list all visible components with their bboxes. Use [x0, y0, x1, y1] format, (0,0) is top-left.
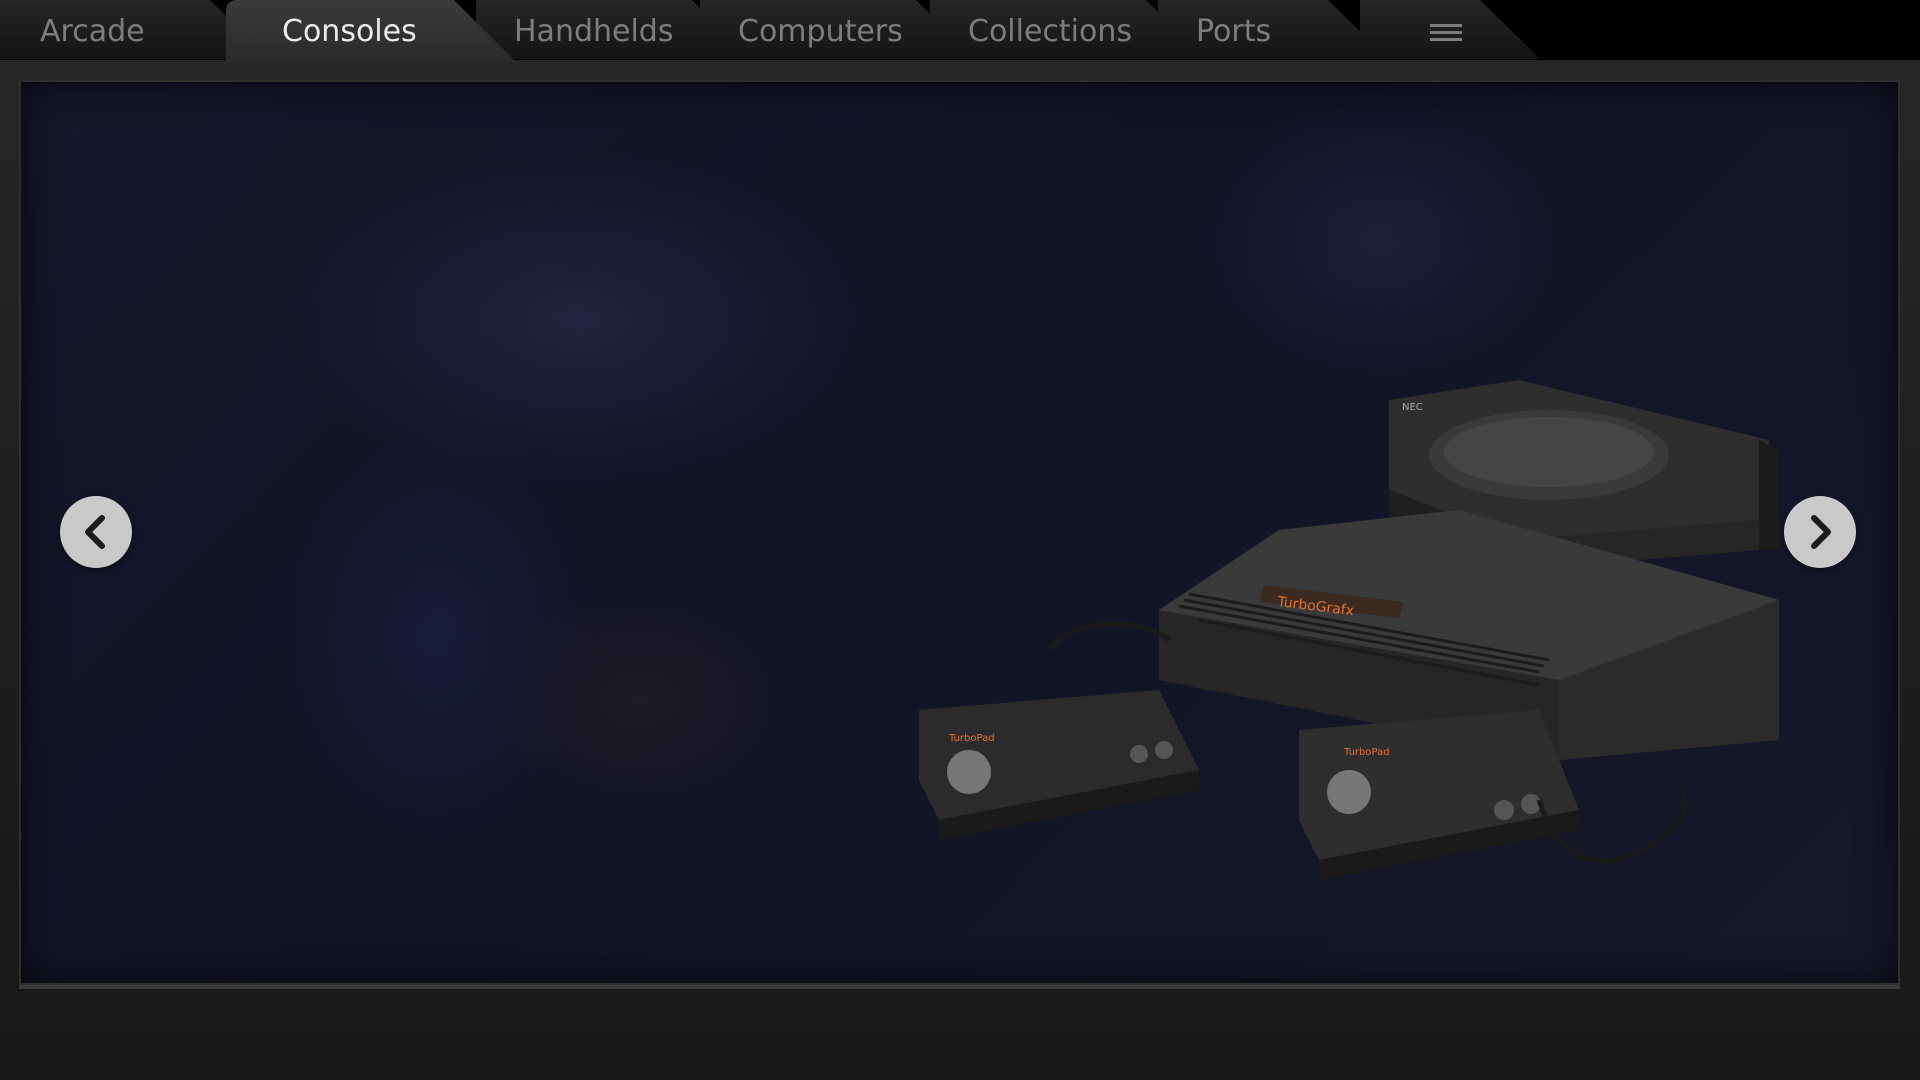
stage-divider	[19, 985, 1900, 989]
next-system-button[interactable]	[1784, 496, 1856, 568]
tab-consoles[interactable]: Consoles	[226, 0, 516, 62]
tab-label: Ports	[1196, 14, 1272, 49]
tab-label: Handhelds	[514, 14, 674, 49]
system-carousel: NEC TurboGrafx TurboPad TurboPad	[19, 80, 1900, 985]
controller-label-right: TurboPad	[1343, 747, 1390, 758]
turbografx-console-icon: NEC TurboGrafx TurboPad TurboPad	[919, 380, 1779, 880]
previous-system-button[interactable]	[60, 496, 132, 568]
tab-label: Consoles	[282, 14, 417, 49]
chevron-left-icon	[85, 515, 105, 549]
hamburger-menu-icon	[1430, 24, 1462, 42]
tab-label: Computers	[738, 14, 903, 49]
chevron-right-icon	[1811, 515, 1831, 549]
tab-label: Arcade	[40, 14, 145, 49]
tab-ports[interactable]: Ports	[1158, 0, 1388, 59]
controller-label-left: TurboPad	[948, 733, 995, 744]
tab-label: Collections	[968, 14, 1133, 49]
nec-label: NEC	[1402, 402, 1423, 413]
category-tab-bar: Arcade Handhelds Computers Collections P…	[0, 0, 1920, 62]
tab-menu[interactable]	[1360, 0, 1540, 59]
